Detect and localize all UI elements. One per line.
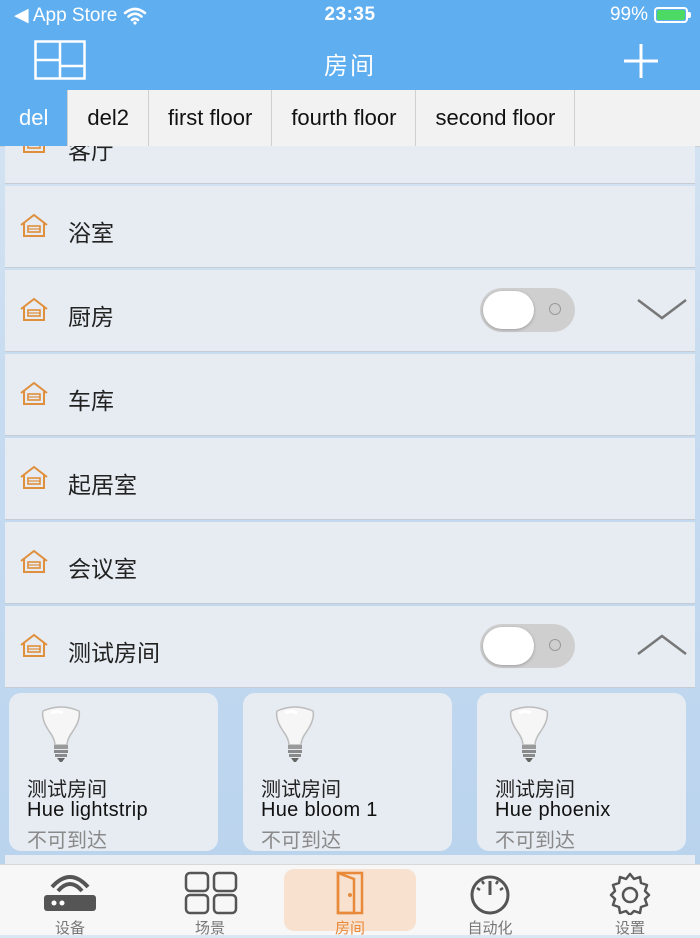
- tab-label: 房间: [334, 920, 365, 937]
- room-name: 起居室: [68, 472, 137, 498]
- device-card[interactable]: 测试房间 Hue lightstrip 不可到达: [9, 693, 218, 852]
- tab-automation[interactable]: 自动化: [424, 869, 556, 937]
- toggle-knob: [483, 291, 534, 329]
- bulb-icon: [41, 706, 81, 762]
- room-icon: [23, 146, 45, 153]
- gear-icon: [609, 872, 651, 915]
- room-row[interactable]: 客厅: [5, 146, 695, 184]
- bottom-tab-bar: 设备 场景 房间 自动化 设置: [0, 864, 700, 937]
- door-icon: [336, 871, 364, 915]
- battery-percent: 99%: [609, 4, 648, 25]
- room-row[interactable]: 厨房: [5, 270, 695, 352]
- tab-label: 设备: [54, 920, 85, 937]
- room-icon: [20, 549, 48, 573]
- battery-icon: [654, 7, 691, 23]
- tab-floor[interactable]: fourth floor: [272, 90, 417, 146]
- tab-label: 自动化: [467, 920, 513, 937]
- device-card[interactable]: 测试房间 Hue phoenix 不可到达: [477, 693, 686, 852]
- room-icon: [20, 213, 48, 237]
- header: 房间: [0, 30, 700, 90]
- room-row[interactable]: 车库: [5, 354, 695, 436]
- device-room: 测试房间: [27, 779, 107, 801]
- toggle-knob: [483, 627, 534, 665]
- room-name: 测试房间: [68, 640, 160, 666]
- room-list: 客厅 浴室 厨房 车库 起居室 会议室 测试房间: [5, 146, 695, 690]
- tab-floor[interactable]: second floor: [416, 90, 576, 146]
- room-name: 厨房: [68, 304, 114, 330]
- room-name: 客厅: [68, 146, 114, 164]
- add-icon[interactable]: [622, 42, 660, 80]
- tab-rooms[interactable]: 房间: [284, 869, 416, 937]
- tab-floor[interactable]: del2: [68, 90, 149, 146]
- room-row[interactable]: 会议室: [5, 522, 695, 604]
- device-grid: 测试房间 Hue lightstrip 不可到达 测试房间 Hue bloom …: [9, 693, 699, 852]
- tab-label: 设置: [614, 920, 645, 937]
- device-status: 不可到达: [27, 830, 107, 852]
- room-power-toggle[interactable]: [480, 624, 575, 668]
- clock: 23:35: [324, 4, 376, 25]
- toggle-off-indicator: [549, 639, 561, 651]
- room-name: 浴室: [68, 220, 114, 246]
- device-card[interactable]: 测试房间 Hue bloom 1 不可到达: [243, 693, 452, 852]
- chevron-down-icon[interactable]: [635, 292, 689, 326]
- floor-tabs: del del2 first floor fourth floor second…: [0, 90, 700, 147]
- device-status: 不可到达: [261, 830, 341, 852]
- device-room: 测试房间: [261, 779, 341, 801]
- gauge-icon: [470, 875, 510, 915]
- room-row[interactable]: 浴室: [5, 186, 695, 268]
- room-row[interactable]: 起居室: [5, 438, 695, 520]
- router-icon: [44, 875, 96, 911]
- status-bar: ◀ App Store 23:35 99%: [0, 0, 700, 30]
- chevron-up-icon[interactable]: [635, 628, 689, 662]
- tab-settings[interactable]: 设置: [564, 869, 696, 937]
- room-power-toggle[interactable]: [480, 288, 575, 332]
- room-icon: [20, 381, 48, 405]
- device-name: Hue lightstrip: [27, 799, 148, 821]
- scenes-grid-icon: [184, 871, 238, 915]
- room-icon: [20, 297, 48, 321]
- tab-devices[interactable]: 设备: [4, 869, 136, 937]
- tab-floor[interactable]: del: [0, 90, 69, 146]
- tab-scenes[interactable]: 场景: [144, 869, 276, 937]
- device-status: 不可到达: [495, 830, 575, 852]
- room-row[interactable]: 测试房间: [5, 606, 695, 688]
- bulb-icon: [275, 706, 315, 762]
- tab-label: 场景: [194, 920, 225, 937]
- room-name: 车库: [68, 388, 114, 414]
- room-name: 会议室: [68, 556, 137, 582]
- device-room: 测试房间: [495, 779, 575, 801]
- device-name: Hue bloom 1: [261, 799, 378, 821]
- toggle-off-indicator: [549, 303, 561, 315]
- room-icon: [20, 633, 48, 657]
- page-title: 房间: [324, 53, 376, 80]
- room-icon: [20, 465, 48, 489]
- tab-floor[interactable]: first floor: [149, 90, 273, 146]
- bulb-icon: [509, 706, 549, 762]
- device-name: Hue phoenix: [495, 799, 611, 821]
